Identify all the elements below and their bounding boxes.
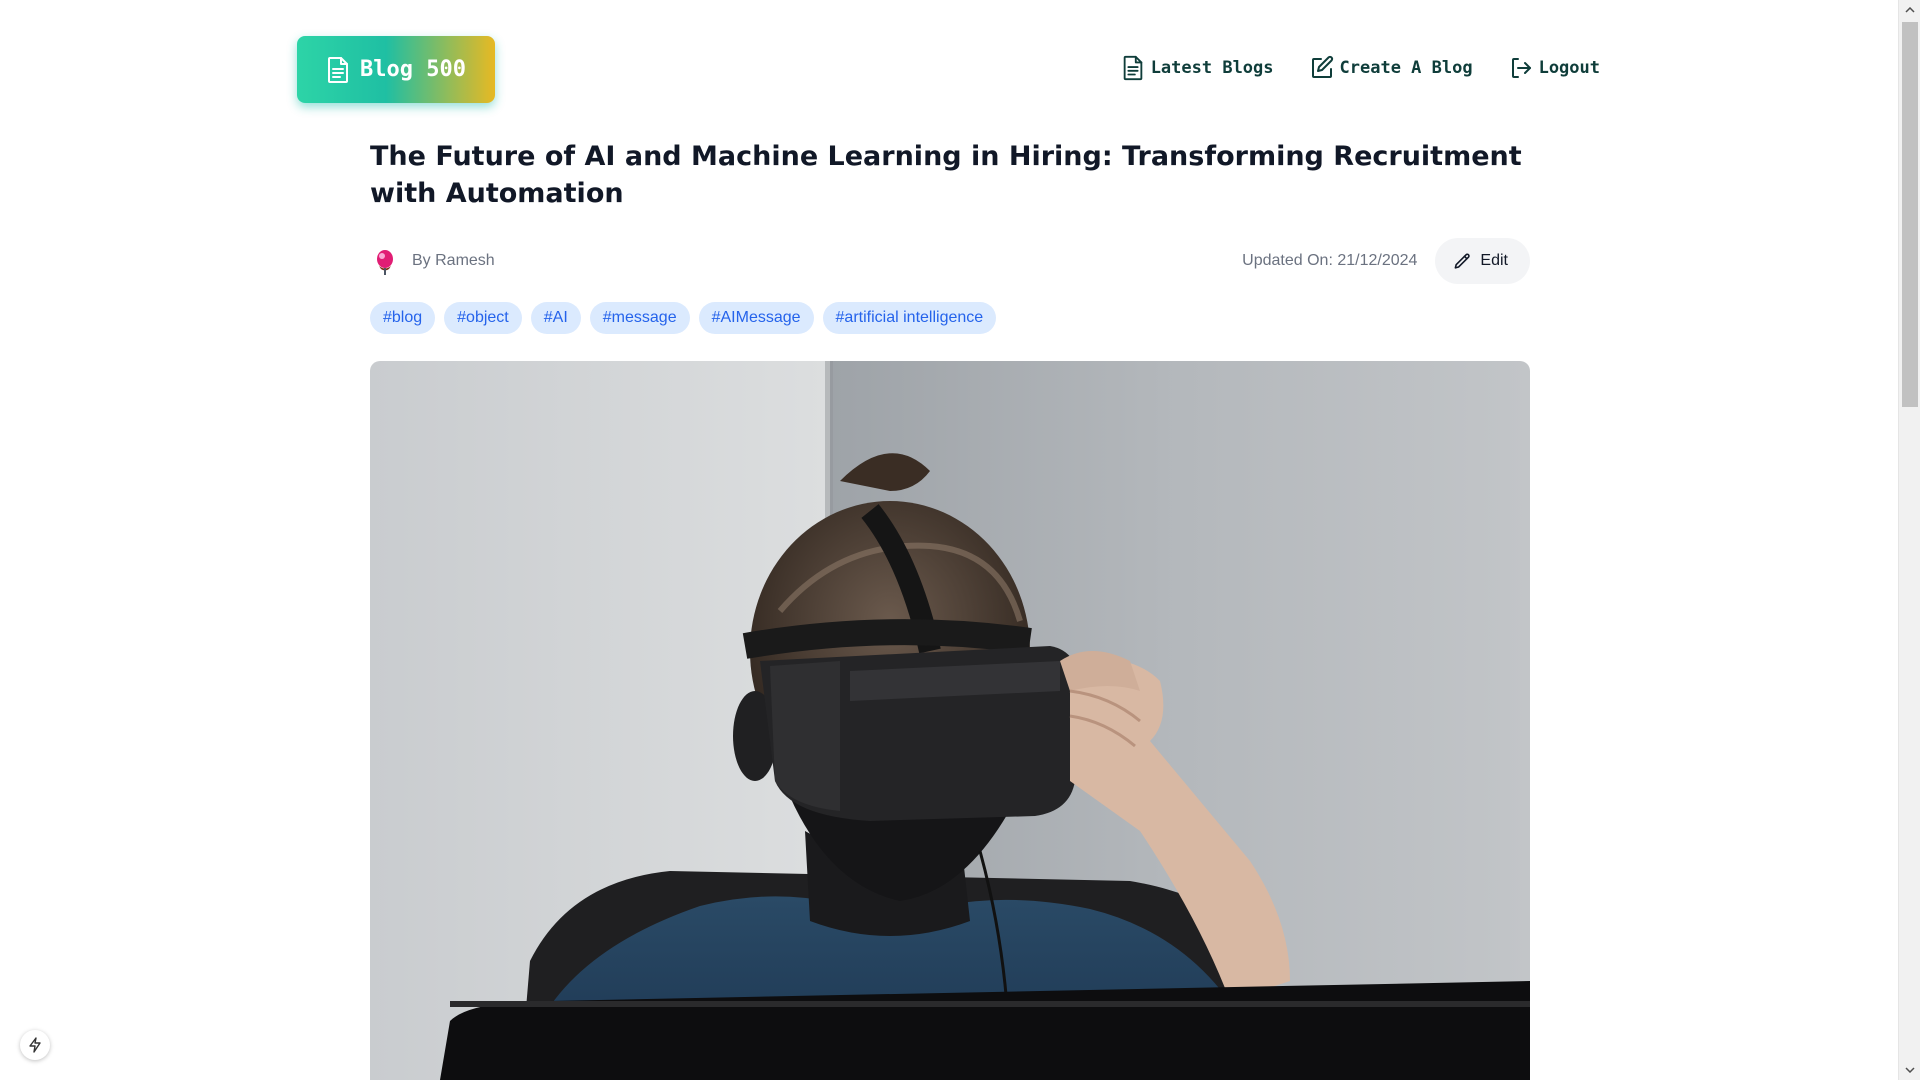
logout-icon <box>1511 58 1531 78</box>
main-nav: Latest Blogs Create A Blog Logout <box>1121 55 1600 81</box>
avatar <box>370 246 400 276</box>
tag-chip[interactable]: #blog <box>370 302 436 334</box>
tag-chip[interactable]: #artificial intelligence <box>822 302 997 334</box>
tag-list: #blog #object #AI #message #AIMessage #a… <box>370 302 997 334</box>
chevron-down-icon <box>1905 1067 1915 1073</box>
nav-latest-blogs-label: Latest Blogs <box>1150 58 1274 78</box>
author-info: By Ramesh <box>370 246 495 276</box>
document-icon <box>1123 55 1142 81</box>
tag-chip[interactable]: #message <box>589 302 690 334</box>
article-hero-image <box>370 361 1530 1080</box>
brand-logo-button[interactable]: Blog 500 <box>297 36 495 103</box>
avatar-icon <box>377 250 393 275</box>
article-title: The Future of AI and Machine Learning in… <box>370 141 1522 209</box>
article-meta: By Ramesh Updated On: 21/12/2024 Edit <box>370 238 1530 284</box>
meta-actions: Updated On: 21/12/2024 Edit <box>1242 238 1530 284</box>
site-header: Blog 500 Latest Blogs Create A Blog Logo… <box>0 0 1898 120</box>
nav-create-blog-label: Create A Blog <box>1339 58 1473 78</box>
tag-chip[interactable]: #AI <box>530 302 581 334</box>
brand-label: Blog 500 <box>360 57 466 82</box>
nav-logout-label: Logout <box>1538 58 1600 78</box>
nav-latest-blogs[interactable]: Latest Blogs <box>1121 55 1274 81</box>
tag-chip[interactable]: #object <box>444 302 522 334</box>
author-name: By Ramesh <box>412 252 495 269</box>
page-scrollbar[interactable] <box>1898 0 1920 1080</box>
edit-square-icon <box>1311 55 1333 78</box>
nav-logout[interactable]: Logout <box>1509 55 1600 81</box>
chevron-up-icon <box>1905 7 1915 13</box>
pencil-icon <box>1455 253 1471 269</box>
scroll-up-arrow[interactable] <box>1899 0 1920 20</box>
tag-chip[interactable]: #AIMessage <box>698 302 814 334</box>
document-icon <box>328 56 349 83</box>
scroll-thumb[interactable] <box>1902 22 1918 407</box>
lightning-icon <box>29 1037 41 1053</box>
dev-tools-button[interactable] <box>20 1030 50 1060</box>
scroll-down-arrow[interactable] <box>1899 1060 1920 1080</box>
edit-button-label: Edit <box>1480 252 1508 269</box>
nav-create-blog[interactable]: Create A Blog <box>1310 55 1473 81</box>
vr-headset-photo <box>370 361 1530 1080</box>
updated-date: Updated On: 21/12/2024 <box>1242 252 1418 269</box>
edit-button[interactable]: Edit <box>1435 238 1530 284</box>
